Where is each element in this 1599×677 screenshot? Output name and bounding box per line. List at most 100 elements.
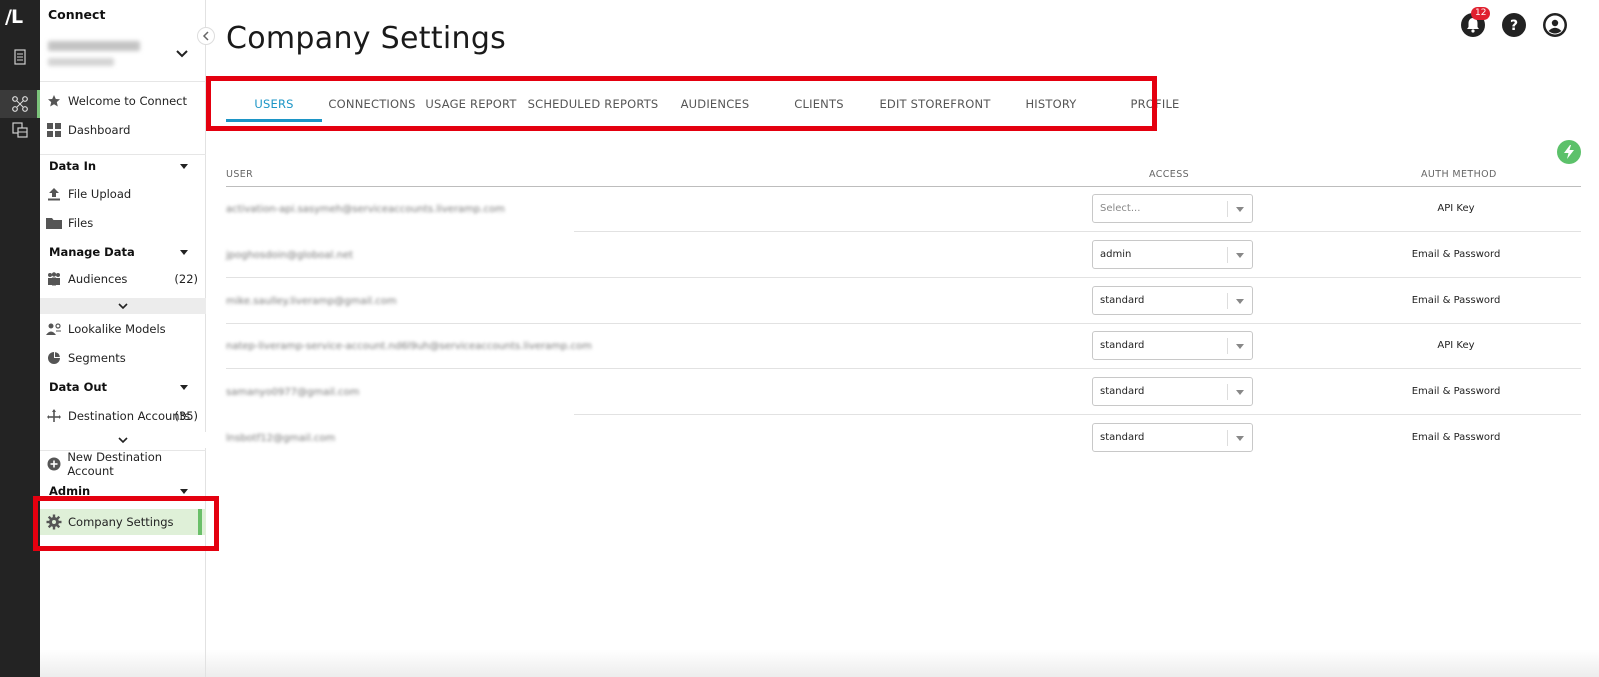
section-label: Data Out <box>49 380 108 394</box>
access-select[interactable]: admin <box>1092 240 1253 269</box>
chevron-down-icon <box>118 303 128 310</box>
tab-scheduled-reports[interactable]: SCHEDULED REPORTS <box>528 88 659 120</box>
account-subtitle-blurred <box>48 58 114 66</box>
user-email: natep-liveramp-service-account.nd6l9uh@s… <box>226 341 592 352</box>
upload-icon <box>46 186 62 202</box>
table-row: natep-liveramp-service-account.nd6l9uh@s… <box>226 323 1581 369</box>
database-table-icon[interactable] <box>10 120 30 140</box>
section-label: Manage Data <box>49 245 135 259</box>
expand-audiences-button[interactable] <box>40 298 206 314</box>
auth-method: Email & Password <box>1411 295 1501 306</box>
account-switcher[interactable] <box>40 30 206 82</box>
tab-connections[interactable]: CONNECTIONS <box>328 88 415 120</box>
access-select-value: standard <box>1100 386 1145 397</box>
column-header-access: ACCESS <box>1149 169 1190 180</box>
column-header-user: USER <box>226 169 254 180</box>
people-icon <box>46 271 62 287</box>
tab-edit-storefront[interactable]: EDIT STOREFRONT <box>876 88 994 120</box>
auth-method: Email & Password <box>1411 432 1501 443</box>
chevron-down-icon[interactable] <box>174 46 190 62</box>
page-title: Company Settings <box>226 21 507 56</box>
account-name-blurred <box>48 41 140 51</box>
collapse-sidebar-button[interactable] <box>197 27 215 45</box>
sidebar-item-label: Dashboard <box>68 123 131 137</box>
table-row: samanyo0977@gmail.com standard Email & P… <box>226 369 1581 415</box>
tab-clients[interactable]: CLIENTS <box>772 88 866 120</box>
notification-count-badge: 12 <box>1471 7 1491 20</box>
sidebar-item-label: File Upload <box>68 187 132 201</box>
sidebar-item-company-settings[interactable]: Company Settings <box>40 509 206 535</box>
tab-users[interactable]: USERS <box>226 88 322 122</box>
access-select[interactable]: standard <box>1092 331 1253 360</box>
select-divider <box>1227 293 1228 309</box>
sidebar-item-new-destination-account[interactable]: New Destination Account <box>40 449 206 478</box>
sidebar-item-segments[interactable]: Segments <box>40 345 206 371</box>
sidebar-item-label: Company Settings <box>68 515 174 529</box>
tab-audiences[interactable]: AUDIENCES <box>668 88 762 120</box>
quick-action-button[interactable] <box>1557 140 1581 164</box>
svg-text:?: ? <box>1510 18 1518 34</box>
caret-down-icon <box>180 489 188 494</box>
tab-profile[interactable]: PROFILE <box>1108 88 1202 120</box>
caret-down-icon <box>180 385 188 390</box>
dropdown-arrow-icon <box>1236 436 1244 441</box>
user-email: jpoghosdoin@globoal.net <box>226 250 354 261</box>
gear-icon <box>46 514 62 530</box>
chevron-down-icon <box>118 437 128 444</box>
section-data-out[interactable]: Data Out <box>40 376 206 398</box>
table-row: lnsbotf12@gmail.com standard Email & Pas… <box>226 415 1581 461</box>
sidebar-item-label: Segments <box>68 351 126 365</box>
sidebar-app-title: Connect <box>48 7 106 22</box>
access-select-value: admin <box>1100 249 1132 260</box>
user-email: activation-api.sasymeh@serviceaccounts.l… <box>226 204 505 215</box>
lookalike-people-icon <box>46 321 62 337</box>
table-row: mike.saulley.liveramp@gmail.com standard… <box>226 278 1581 324</box>
document-icon[interactable] <box>10 47 30 67</box>
expand-destinations-button[interactable] <box>40 432 206 448</box>
audiences-count: (22) <box>174 272 198 286</box>
dropdown-arrow-icon <box>1236 390 1244 395</box>
access-select[interactable]: standard <box>1092 286 1253 315</box>
access-select-value: standard <box>1100 295 1145 306</box>
tab-usage-report[interactable]: USAGE REPORT <box>424 88 518 120</box>
access-select[interactable]: standard <box>1092 423 1253 452</box>
app-logo[interactable]: /L <box>5 6 23 28</box>
sidebar-item-label: Audiences <box>68 272 128 286</box>
users-table-header: USER ACCESS AUTH METHOD <box>226 164 1581 187</box>
section-data-in[interactable]: Data In <box>40 154 206 176</box>
caret-down-icon <box>180 250 188 255</box>
dashboard-icon <box>46 122 62 138</box>
access-select[interactable]: Select... <box>1092 194 1253 223</box>
section-label: Admin <box>49 484 91 498</box>
tab-history[interactable]: HISTORY <box>1004 88 1098 120</box>
sidebar-item-label: Destination Accounts <box>68 409 191 423</box>
sidebar-item-lookalike-models[interactable]: Lookalike Models <box>40 316 206 342</box>
select-divider <box>1227 338 1228 354</box>
auth-method: Email & Password <box>1411 386 1501 397</box>
sidebar-item-destination-accounts[interactable]: Destination Accounts (35) <box>40 403 206 429</box>
access-select[interactable]: standard <box>1092 377 1253 406</box>
select-divider <box>1227 384 1228 400</box>
help-icon[interactable]: ? <box>1502 13 1526 37</box>
access-select-value: standard <box>1100 432 1145 443</box>
section-admin[interactable]: Admin <box>40 480 206 502</box>
select-divider <box>1227 201 1228 217</box>
lightning-bolt-icon <box>1564 145 1574 159</box>
sidebar-item-label: Files <box>68 216 94 230</box>
sidebar-item-label: New Destination Account <box>67 449 163 478</box>
sidebar-item-label: Lookalike Models <box>68 322 166 336</box>
section-manage-data[interactable]: Manage Data <box>40 241 206 263</box>
auth-method: API Key <box>1437 203 1475 214</box>
auth-method: Email & Password <box>1411 249 1501 260</box>
sidebar-item-dashboard[interactable]: Dashboard <box>40 117 206 143</box>
connect-network-icon[interactable] <box>10 94 30 114</box>
user-email: samanyo0977@gmail.com <box>226 387 360 398</box>
user-account-icon[interactable] <box>1543 13 1567 37</box>
destination-arrows-icon <box>46 408 62 424</box>
sidebar-item-files[interactable]: Files <box>40 210 206 236</box>
dropdown-arrow-icon <box>1236 253 1244 258</box>
dropdown-arrow-icon <box>1236 299 1244 304</box>
sidebar-item-welcome[interactable]: Welcome to Connect <box>40 88 206 114</box>
sidebar-item-audiences[interactable]: Audiences (22) <box>40 266 206 292</box>
sidebar-item-file-upload[interactable]: File Upload <box>40 181 206 207</box>
